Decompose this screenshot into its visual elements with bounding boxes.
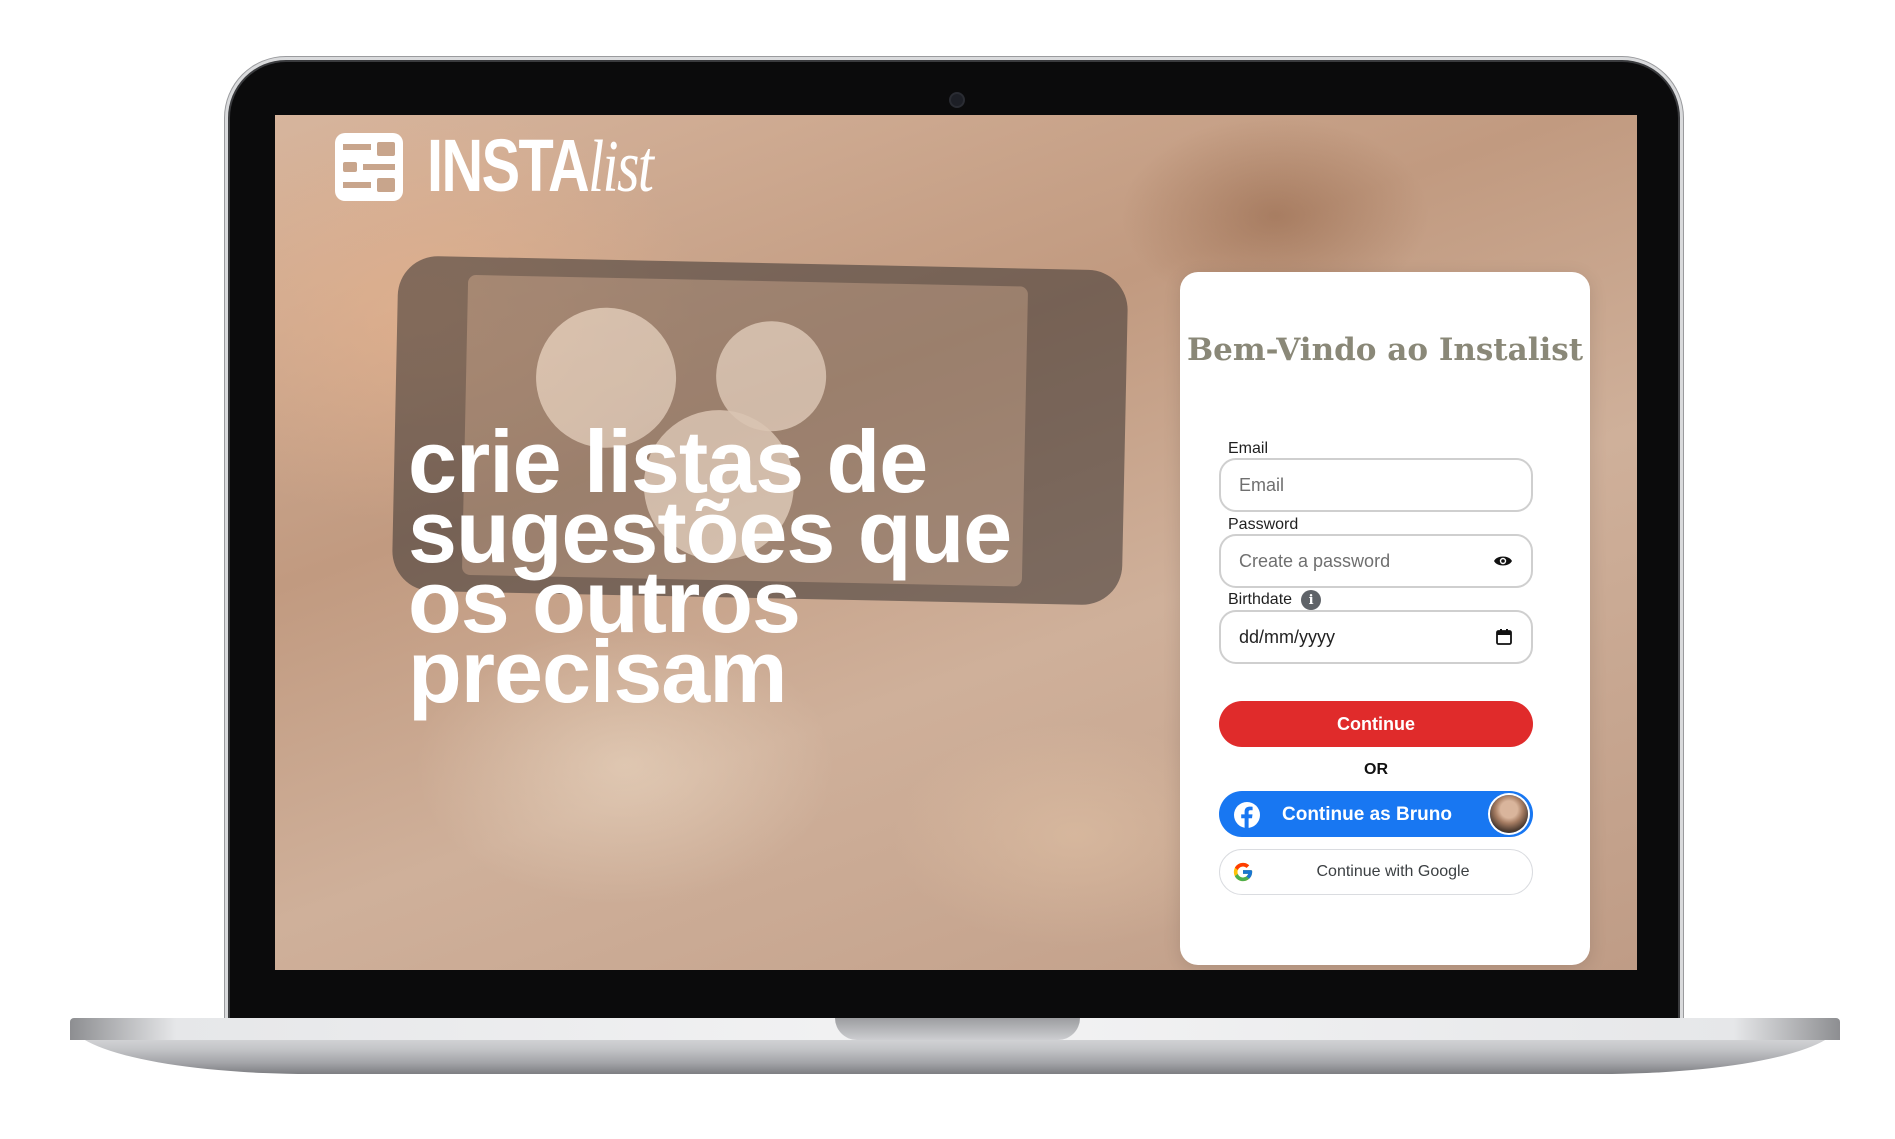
birthdate-field[interactable]: dd/mm/yyyy — [1219, 610, 1533, 664]
calendar-icon[interactable] — [1495, 628, 1513, 646]
password-field[interactable] — [1239, 550, 1493, 572]
logo-text: INSTAlist — [427, 124, 654, 208]
facebook-button-label: Continue as Bruno — [1282, 804, 1452, 825]
login-title: Bem-Vindo ao Instalist — [1186, 332, 1584, 368]
email-field[interactable] — [1239, 474, 1513, 496]
login-card: Bem-Vindo ao Instalist Email Password Bi… — [1180, 272, 1590, 965]
birthdate-label: Birthdate i — [1228, 590, 1322, 610]
password-label: Password — [1228, 516, 1299, 533]
instalist-logo[interactable]: INSTAlist — [333, 129, 716, 204]
email-field-box — [1219, 458, 1533, 512]
avatar — [1490, 795, 1528, 833]
facebook-icon — [1234, 802, 1260, 828]
webcam-icon — [951, 94, 963, 106]
eye-icon[interactable] — [1493, 554, 1513, 568]
google-button-label: Continue with Google — [1316, 863, 1470, 880]
or-divider: OR — [1364, 761, 1388, 778]
email-label: Email — [1228, 440, 1269, 457]
password-field-box — [1219, 534, 1533, 588]
continue-with-google-button[interactable]: Continue with Google — [1219, 849, 1533, 895]
birthdate-value: dd/mm/yyyy — [1239, 626, 1336, 647]
continue-with-facebook-button[interactable]: Continue as Bruno — [1219, 791, 1533, 837]
hero-tagline: crie listas de sugestões que os outros p… — [408, 412, 1012, 721]
laptop-notch — [835, 1018, 1080, 1040]
continue-button[interactable]: Continue — [1219, 701, 1533, 747]
instalist-logo-icon — [335, 132, 403, 201]
screen: INSTAlist crie listas de sugestões que o… — [275, 115, 1637, 970]
info-icon[interactable]: i — [1301, 590, 1322, 610]
